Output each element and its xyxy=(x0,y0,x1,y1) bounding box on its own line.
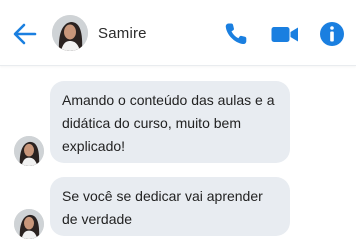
avatar xyxy=(14,209,44,239)
message-bubble: Se você se dedicar vai aprender de verda… xyxy=(50,177,290,236)
message-text: Amando o conteúdo das aulas e a didática… xyxy=(62,92,275,154)
avatar[interactable] xyxy=(52,15,88,51)
chat-header: Samire xyxy=(0,0,356,66)
message-text: Se você se dedicar vai aprender de verda… xyxy=(62,188,263,227)
phone-icon[interactable] xyxy=(222,20,250,48)
avatar xyxy=(14,136,44,166)
message-bubble: Amando o conteúdo das aulas e a didática… xyxy=(50,81,290,163)
chat-window: Samire Amando o conteúdo das aulas e a d… xyxy=(0,0,356,250)
contact-name[interactable]: Samire xyxy=(98,25,147,42)
arrow-left-icon[interactable] xyxy=(12,21,38,47)
info-icon[interactable] xyxy=(318,20,346,48)
video-camera-icon[interactable] xyxy=(270,20,300,48)
